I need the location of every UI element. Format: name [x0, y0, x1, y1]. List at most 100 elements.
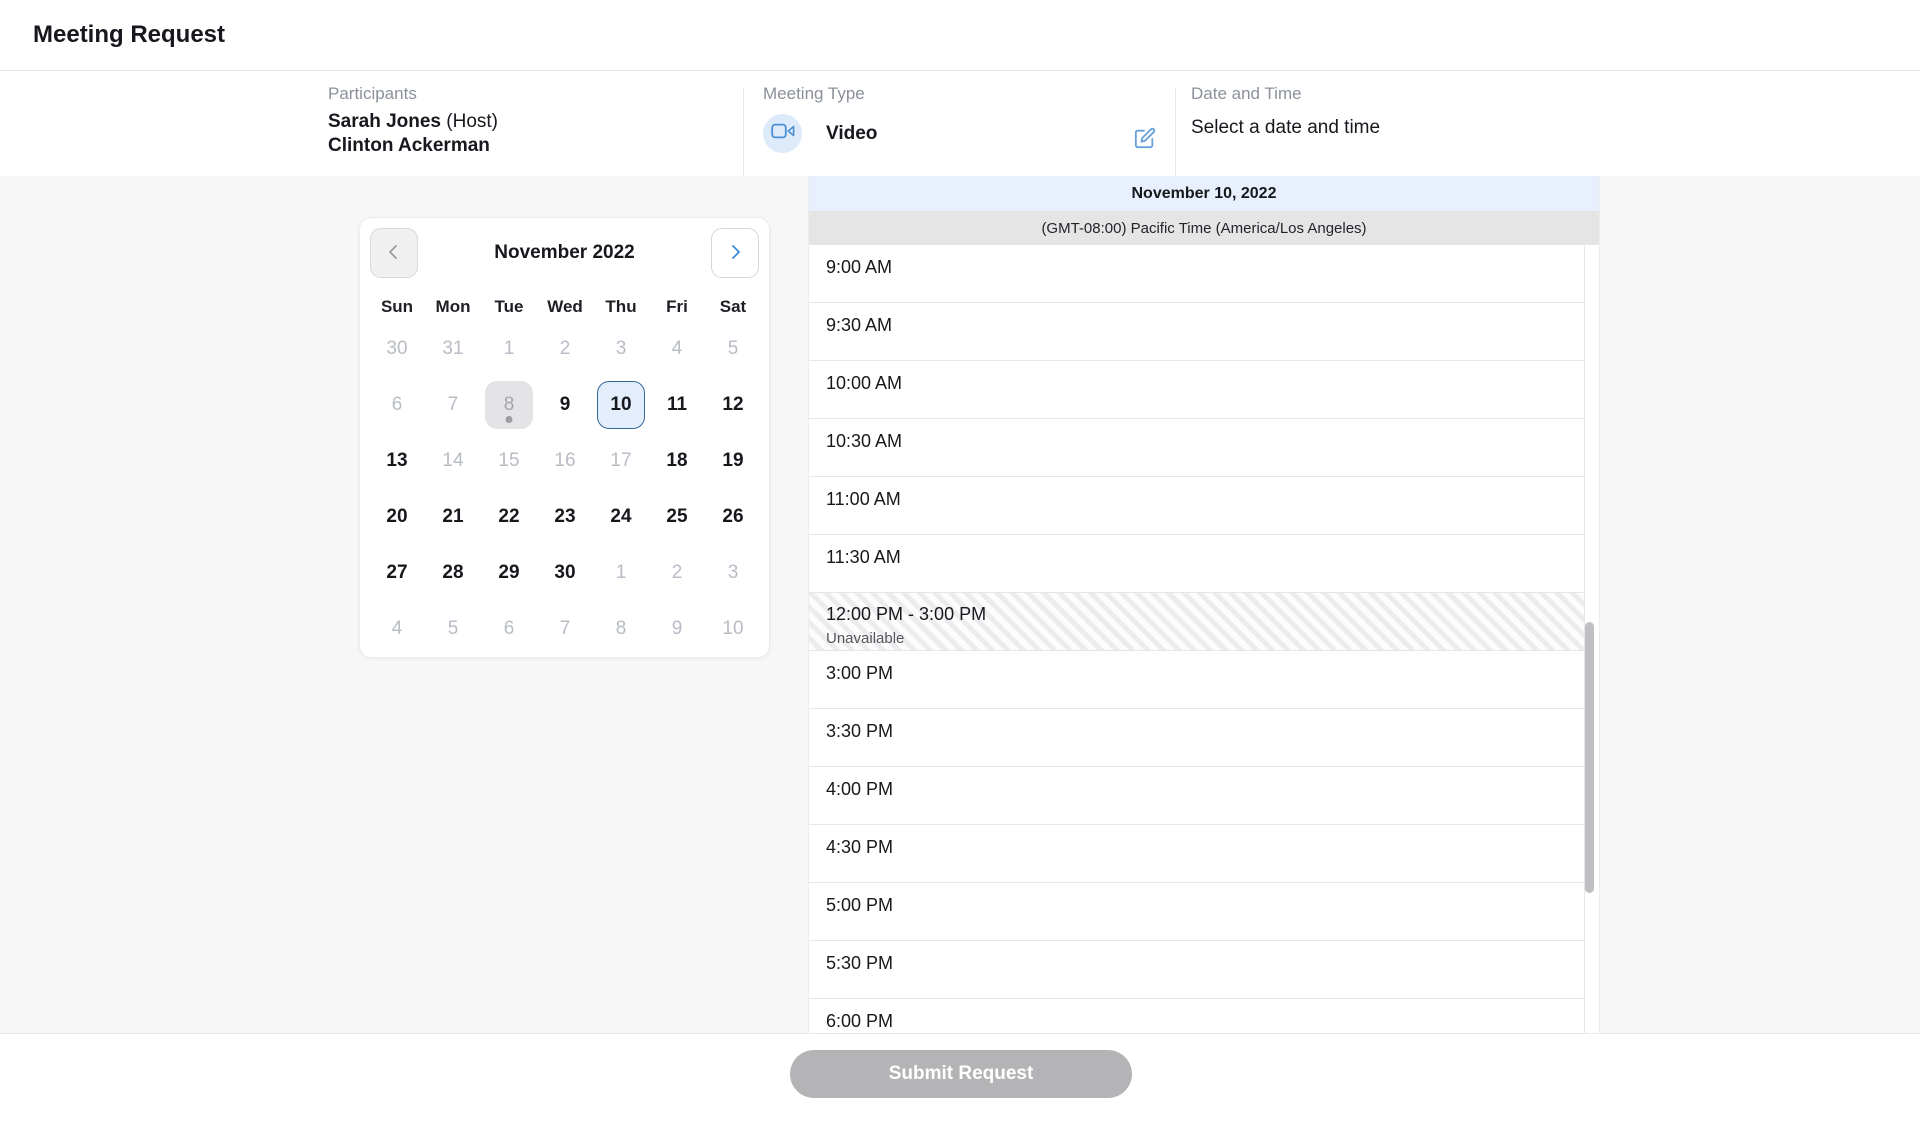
host-row: Sarah Jones (Host) [328, 110, 498, 134]
schedule-panel: November 10, 2022 (GMT-08:00) Pacific Ti… [808, 176, 1600, 1033]
time-slot[interactable]: 11:30 AM [809, 535, 1584, 593]
time-slot[interactable]: 10:30 AM [809, 419, 1584, 477]
calendar-day-25[interactable]: 25 [653, 493, 701, 541]
calendar-day-11[interactable]: 11 [653, 381, 701, 429]
day-cell-box: 12 [705, 377, 761, 433]
app-header: Meeting Request [0, 0, 1920, 71]
next-month-button[interactable] [711, 228, 759, 278]
calendar-day-31: 31 [429, 325, 477, 373]
calendar-day-headers: SunMonTueWedThuFriSat [369, 293, 761, 321]
calendar-day-29[interactable]: 29 [485, 549, 533, 597]
slot-time-label: 4:00 PM [826, 779, 1584, 800]
calendar-day-23[interactable]: 23 [541, 493, 589, 541]
submit-request-button[interactable]: Submit Request [790, 1050, 1132, 1098]
day-cell-box: 17 [593, 433, 649, 489]
day-cell-box: 11 [649, 377, 705, 433]
time-slot[interactable]: 11:00 AM [809, 477, 1584, 535]
day-cell-box: 1 [593, 545, 649, 601]
slot-time-label: 11:00 AM [826, 489, 1584, 510]
day-header-sun: Sun [369, 293, 425, 321]
day-header-mon: Mon [425, 293, 481, 321]
day-header-wed: Wed [537, 293, 593, 321]
time-slot[interactable]: 10:00 AM [809, 361, 1584, 419]
meeting-type-label: Meeting Type [763, 84, 877, 104]
footer-bar: Submit Request [0, 1033, 1920, 1121]
info-bar: Participants Sarah Jones (Host) Clinton … [0, 71, 1920, 176]
chevron-right-icon [725, 242, 745, 265]
day-cell-box: 9 [649, 601, 705, 657]
day-cell-box: 8 [481, 377, 537, 433]
day-cell-box: 7 [425, 377, 481, 433]
time-slot[interactable]: 6:00 PM [809, 999, 1584, 1033]
calendar-day-15: 15 [485, 437, 533, 485]
day-cell-box: 25 [649, 489, 705, 545]
video-icon-circle [763, 114, 802, 153]
calendar-day-8: 8 [597, 605, 645, 653]
edit-meeting-type-button[interactable] [1133, 127, 1157, 151]
calendar-day-13[interactable]: 13 [373, 437, 421, 485]
day-header-tue: Tue [481, 293, 537, 321]
section-divider [743, 88, 744, 176]
calendar-day-27[interactable]: 27 [373, 549, 421, 597]
calendar-day-22[interactable]: 22 [485, 493, 533, 541]
time-slot[interactable]: 4:30 PM [809, 825, 1584, 883]
time-slot[interactable]: 3:30 PM [809, 709, 1584, 767]
day-cell-box: 29 [481, 545, 537, 601]
time-slot-unavailable: 12:00 PM - 3:00 PMUnavailable [809, 593, 1584, 651]
time-slot[interactable]: 3:00 PM [809, 651, 1584, 709]
calendar-day-28[interactable]: 28 [429, 549, 477, 597]
date-time-section: Date and Time Select a date and time [1191, 84, 1380, 139]
calendar-day-16: 16 [541, 437, 589, 485]
day-cell-box: 18 [649, 433, 705, 489]
calendar-day-2: 2 [541, 325, 589, 373]
date-time-label: Date and Time [1191, 84, 1380, 104]
time-slot[interactable]: 5:30 PM [809, 941, 1584, 999]
slot-time-label: 3:30 PM [826, 721, 1584, 742]
calendar-day-10: 10 [709, 605, 757, 653]
video-camera-icon [771, 122, 795, 145]
schedule-date-header: November 10, 2022 [809, 176, 1599, 211]
day-cell-box: 5 [705, 321, 761, 377]
participants-section: Participants Sarah Jones (Host) Clinton … [328, 84, 498, 158]
slot-time-label: 10:00 AM [826, 373, 1584, 394]
day-cell-box: 5 [425, 601, 481, 657]
day-cell-box: 24 [593, 489, 649, 545]
calendar-day-9[interactable]: 9 [541, 381, 589, 429]
section-divider [1175, 88, 1176, 176]
time-slot[interactable]: 5:00 PM [809, 883, 1584, 941]
calendar: November 2022 SunMonTueWedThuFriSat 3031… [359, 217, 770, 658]
meeting-request-page: Meeting Request Participants Sarah Jones… [0, 0, 1920, 1121]
day-cell-box: 7 [537, 601, 593, 657]
calendar-day-4: 4 [653, 325, 701, 373]
calendar-day-26[interactable]: 26 [709, 493, 757, 541]
calendar-days: 3031123456789101112131415161718192021222… [369, 321, 761, 657]
time-slot[interactable]: 9:30 AM [809, 303, 1584, 361]
day-cell-box: 4 [649, 321, 705, 377]
time-slot[interactable]: 9:00 AM [809, 245, 1584, 303]
calendar-day-24[interactable]: 24 [597, 493, 645, 541]
day-cell-box: 4 [369, 601, 425, 657]
day-header-sat: Sat [705, 293, 761, 321]
today-dot [506, 416, 513, 423]
calendar-day-21[interactable]: 21 [429, 493, 477, 541]
day-cell-box: 9 [537, 377, 593, 433]
calendar-day-6: 6 [373, 381, 421, 429]
day-cell-box: 30 [537, 545, 593, 601]
calendar-day-19[interactable]: 19 [709, 437, 757, 485]
day-cell-box: 3 [593, 321, 649, 377]
meeting-type-section: Meeting Type Video [763, 84, 877, 153]
calendar-day-12[interactable]: 12 [709, 381, 757, 429]
day-cell-box: 27 [369, 545, 425, 601]
calendar-day-18[interactable]: 18 [653, 437, 701, 485]
calendar-day-20[interactable]: 20 [373, 493, 421, 541]
calendar-day-10[interactable]: 10 [597, 381, 645, 429]
attendee-name: Clinton Ackerman [328, 134, 498, 158]
day-header-thu: Thu [593, 293, 649, 321]
calendar-day-30[interactable]: 30 [541, 549, 589, 597]
host-name: Sarah Jones [328, 111, 441, 132]
edit-icon [1134, 137, 1156, 152]
day-cell-box: 6 [481, 601, 537, 657]
slot-time-label: 10:30 AM [826, 431, 1584, 452]
scrollbar-thumb[interactable] [1585, 622, 1594, 893]
time-slot[interactable]: 4:00 PM [809, 767, 1584, 825]
